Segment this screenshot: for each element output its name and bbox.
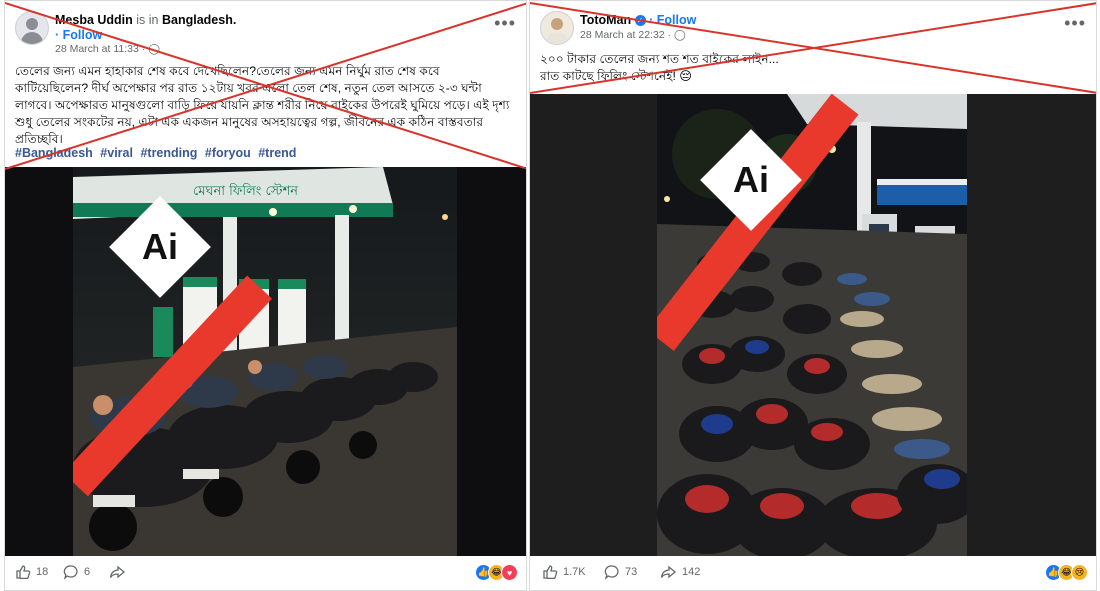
globe-icon: ◯	[148, 43, 160, 55]
location-prefix: is in	[136, 13, 159, 27]
hashtags: #Bangladesh #viral #trending #foryou #tr…	[15, 146, 300, 160]
hashtag-link[interactable]: #viral	[100, 146, 133, 160]
author-name[interactable]: Mesba Uddin	[55, 13, 133, 27]
more-options-icon[interactable]: •••	[1064, 13, 1086, 34]
comment-count: 73	[625, 566, 638, 578]
comment-icon	[63, 565, 78, 580]
post-photo[interactable]: Ai	[530, 94, 1096, 557]
hashtag-link[interactable]: #trend	[258, 146, 296, 160]
share-icon	[109, 565, 126, 579]
ai-badge: Ai	[142, 226, 178, 267]
hashtag-link[interactable]: #Bangladesh	[15, 146, 93, 160]
more-options-icon[interactable]: •••	[494, 13, 516, 34]
reaction-icons[interactable]: 👍 😂 ♥	[475, 564, 518, 581]
sad-reaction-icon: 😢	[1071, 564, 1088, 581]
post-footer: 18 6 👍 😂 ♥	[5, 556, 526, 590]
follow-button[interactable]: · Follow	[55, 28, 102, 42]
verified-icon: ✓	[634, 15, 646, 26]
love-reaction-icon: ♥	[501, 564, 518, 581]
author-line: TotoMan ✓ · Follow	[580, 13, 696, 27]
post-footer: 1.7K 73 142 👍 😂 😢	[530, 556, 1096, 590]
like-action[interactable]: 18	[15, 564, 48, 580]
comment-icon	[604, 565, 619, 580]
comment-count: 6	[84, 566, 91, 578]
author-line: Mesba Uddin is in Bangladesh.	[55, 13, 236, 27]
post-timestamp[interactable]: 28 March at 11:33 · ◯	[55, 43, 160, 55]
avatar[interactable]	[15, 11, 49, 45]
avatar[interactable]	[540, 11, 574, 45]
like-action[interactable]: 1.7K	[542, 564, 586, 580]
post-header: Mesba Uddin is in Bangladesh. · Follow 2…	[11, 7, 520, 61]
comment-action[interactable]: 6	[63, 564, 90, 580]
author-name[interactable]: TotoMan	[580, 13, 631, 27]
like-icon	[543, 565, 558, 580]
pensive-emoji: 😔	[679, 69, 692, 83]
post-text: তেলের জন্য এমন হাহাকার শেষ কবে দেখেছিলেন…	[15, 64, 510, 146]
share-action[interactable]: 142	[660, 564, 700, 580]
hashtag-link[interactable]: #foryou	[205, 146, 251, 160]
left-post: Mesba Uddin is in Bangladesh. · Follow 2…	[4, 0, 527, 591]
ai-badge: Ai	[733, 159, 769, 200]
share-count: 142	[682, 566, 701, 578]
comment-action[interactable]: 73	[604, 564, 637, 580]
like-icon	[16, 565, 31, 580]
share-icon	[660, 565, 677, 579]
share-action[interactable]	[109, 564, 126, 580]
right-post: TotoMan ✓ · Follow 28 March at 22:32 · ◯…	[529, 0, 1097, 591]
station-sign: মেঘনা ফিলিং স্টেশন	[193, 183, 298, 199]
post-timestamp[interactable]: 28 March at 22:32 · ◯	[580, 29, 686, 41]
reaction-icons[interactable]: 👍 😂 😢	[1045, 564, 1088, 581]
post-photo[interactable]: মেঘনা ফিলিং স্টেশন Ai	[5, 167, 526, 557]
post-text-line: ২০০ টাকার তেলের জন্য শত শত বাইকের লাইন..…	[540, 52, 779, 66]
like-count: 18	[36, 566, 49, 578]
gas-station-night-photo: Ai	[657, 94, 967, 557]
post-text: ২০০ টাকার তেলের জন্য শত শত বাইকের লাইন..…	[540, 51, 1086, 85]
follow-button[interactable]: · Follow	[649, 13, 696, 27]
globe-icon: ◯	[673, 29, 686, 41]
location-name[interactable]: Bangladesh.	[162, 13, 236, 27]
post-text-line: রাত কাটছে ফিলিং স্টেশনেই!	[540, 69, 676, 83]
hashtag-link[interactable]: #trending	[140, 146, 197, 160]
like-count: 1.7K	[563, 566, 586, 578]
gas-station-night-photo: মেঘনা ফিলিং স্টেশন Ai	[73, 167, 457, 557]
